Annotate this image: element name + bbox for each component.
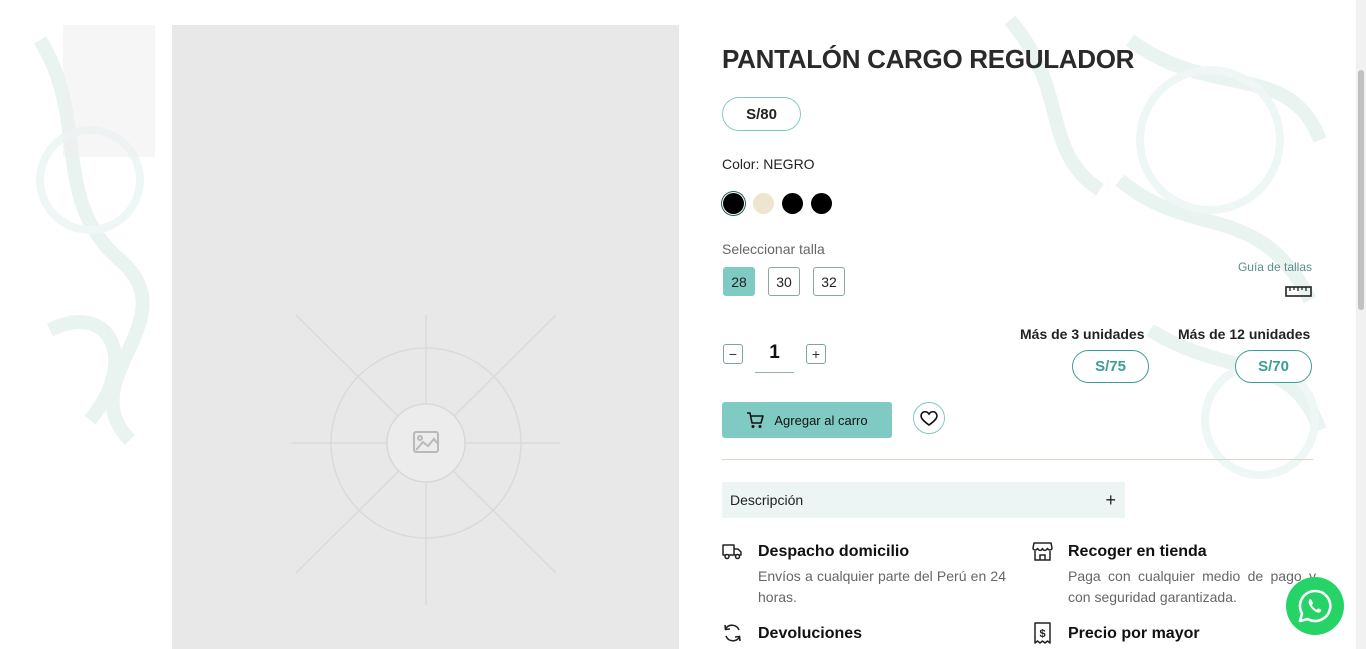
feature-title-delivery: Despacho domicilio [758, 543, 910, 560]
quantity-increase-button[interactable]: + [806, 344, 826, 364]
scrollbar-thumb[interactable] [1358, 70, 1364, 310]
add-to-cart-label: Agregar al carro [774, 412, 868, 428]
size-option-32[interactable]: 32 [813, 267, 845, 296]
tier-label-3: Más de 3 unidades [1020, 326, 1145, 342]
price-badge: S/80 [722, 97, 801, 131]
add-to-cart-button[interactable]: Agregar al carro [722, 402, 892, 438]
color-label: Color: NEGRO [722, 156, 815, 172]
size-guide-link[interactable]: Guía de tallas [1200, 260, 1312, 274]
refresh-icon [724, 624, 741, 642]
image-placeholder-icon [292, 314, 560, 605]
tier-price-3: S/75 [1072, 350, 1149, 383]
heart-icon [920, 410, 938, 426]
wishlist-button[interactable] [913, 402, 945, 434]
whatsapp-icon [1298, 589, 1332, 623]
product-main-image[interactable] [172, 25, 679, 649]
section-divider [722, 459, 1313, 460]
tier-price-12: S/70 [1235, 350, 1312, 383]
size-select-label: Seleccionar talla [722, 241, 825, 257]
feature-title-pickup: Recoger en tienda [1068, 543, 1207, 560]
ruler-icon[interactable] [1285, 285, 1312, 298]
product-title: PANTALÓN CARGO REGULADOR [722, 44, 1135, 74]
receipt-dollar-icon: $ [1034, 622, 1051, 644]
description-label: Descripción [730, 492, 804, 508]
color-swatch-3[interactable] [782, 193, 803, 214]
description-accordion[interactable]: Descripción + [722, 482, 1125, 518]
feature-desc-delivery: Envíos a cualquier parte del Perú en 24 … [758, 568, 1006, 605]
page-scrollbar[interactable] [1356, 0, 1366, 649]
size-option-30[interactable]: 30 [768, 267, 800, 296]
size-option-28[interactable]: 28 [723, 267, 755, 296]
truck-icon [722, 544, 742, 560]
color-swatch-1[interactable] [723, 193, 744, 214]
feature-title-returns: Devoluciones [758, 625, 863, 642]
tier-label-12: Más de 12 unidades [1178, 326, 1311, 342]
expand-icon: + [1105, 489, 1116, 510]
quantity-value[interactable]: 1 [755, 340, 794, 373]
feature-desc-pickup: Paga con cualquier medio de pago y con s… [1068, 568, 1316, 605]
feature-title-wholesale: Precio por mayor [1068, 625, 1200, 642]
svg-text:$: $ [1039, 628, 1045, 640]
color-swatch-4[interactable] [811, 193, 832, 214]
store-icon [1032, 542, 1053, 561]
thumbnail-image[interactable] [63, 25, 155, 157]
quantity-decrease-button[interactable]: − [723, 344, 743, 364]
whatsapp-button[interactable] [1286, 577, 1344, 635]
cart-icon [747, 411, 765, 428]
color-swatch-2[interactable] [753, 193, 774, 214]
